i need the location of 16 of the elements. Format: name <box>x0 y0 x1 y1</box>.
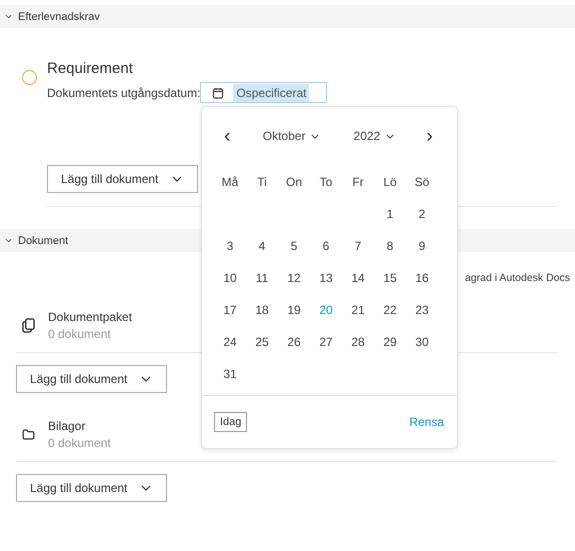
date-label: Dokumentets utgångsdatum: <box>47 86 200 100</box>
weekday-label: Ti <box>257 175 267 189</box>
weekday-label: Må <box>222 175 238 189</box>
storage-note: agrad i Autodesk Docs <box>464 272 570 284</box>
weekday-label: Sö <box>414 175 430 189</box>
weekday-label: To <box>320 175 332 189</box>
section-title: Efterlevnadskrav <box>18 10 100 22</box>
weekday-label: Fr <box>352 175 364 189</box>
weekday-label: On <box>286 175 302 189</box>
document-count: 0 dokument <box>48 327 112 341</box>
document-count: 0 dokument <box>48 436 111 450</box>
folder-title: Dokumentpaket <box>48 310 132 324</box>
section-title: Dokument <box>18 234 68 246</box>
folder-title: Bilagor <box>48 419 86 433</box>
weekday-label: Lö <box>383 175 397 189</box>
requirement-title: Requirement <box>47 60 134 77</box>
